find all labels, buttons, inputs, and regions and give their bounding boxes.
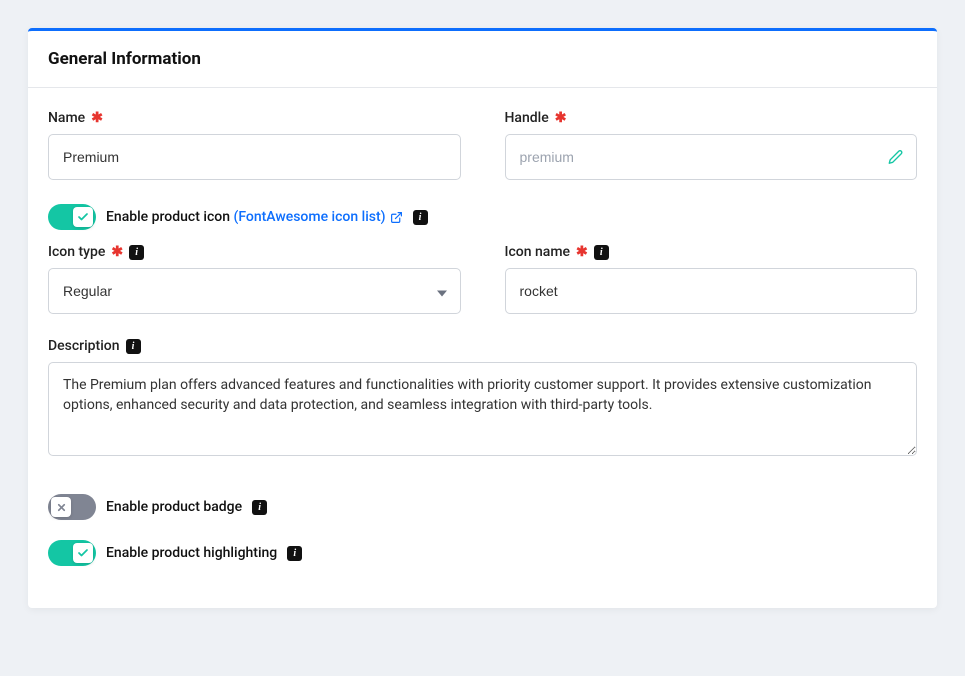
- enable-highlight-label: Enable product highlighting: [106, 545, 277, 561]
- info-icon[interactable]: i: [594, 245, 609, 260]
- required-indicator: ✱: [555, 110, 567, 126]
- page-title: General Information: [48, 49, 917, 69]
- field-name: Name ✱: [48, 110, 461, 180]
- info-icon[interactable]: i: [413, 210, 428, 225]
- info-icon[interactable]: i: [287, 546, 302, 561]
- icon-type-label: Icon type ✱ i: [48, 244, 461, 260]
- enable-highlight-toggle[interactable]: [48, 540, 96, 566]
- name-input[interactable]: [48, 134, 461, 180]
- field-icon-name: Icon name ✱ i: [505, 244, 918, 314]
- enable-icon-label-text: Enable product icon: [106, 209, 230, 225]
- icon-name-label-text: Icon name: [505, 244, 571, 260]
- info-icon[interactable]: i: [129, 245, 144, 260]
- external-link-icon: [390, 211, 403, 224]
- edit-icon[interactable]: [888, 150, 903, 165]
- icon-name-input[interactable]: [505, 268, 918, 314]
- card-header: General Information: [28, 31, 937, 88]
- card-body: Name ✱ Handle ✱: [28, 88, 937, 608]
- enable-badge-label: Enable product badge: [106, 499, 242, 515]
- enable-badge-row: Enable product badge i: [48, 494, 917, 520]
- handle-input-wrap: [505, 134, 918, 180]
- enable-badge-toggle[interactable]: [48, 494, 96, 520]
- handle-label: Handle ✱: [505, 110, 918, 126]
- required-indicator: ✱: [91, 110, 103, 126]
- fontawesome-link-text: (FontAwesome icon list): [233, 209, 385, 225]
- description-label-text: Description: [48, 338, 120, 354]
- field-icon-type: Icon type ✱ i Regular: [48, 244, 461, 314]
- field-description: Description i The Premium plan offers ad…: [48, 338, 917, 460]
- enable-icon-toggle[interactable]: [48, 204, 96, 230]
- row-icon-fields: Icon type ✱ i Regular Icon name ✱: [48, 244, 917, 314]
- handle-label-text: Handle: [505, 110, 549, 126]
- enable-highlight-row: Enable product highlighting i: [48, 540, 917, 566]
- toggle-knob: [51, 497, 71, 517]
- icon-type-select-wrap: Regular: [48, 268, 461, 314]
- icon-type-select[interactable]: Regular: [48, 268, 461, 314]
- description-label: Description i: [48, 338, 917, 354]
- description-textarea[interactable]: The Premium plan offers advanced feature…: [48, 362, 917, 456]
- enable-icon-label: Enable product icon (FontAwesome icon li…: [106, 209, 403, 225]
- handle-input[interactable]: [505, 134, 918, 180]
- info-icon[interactable]: i: [126, 339, 141, 354]
- info-icon[interactable]: i: [252, 500, 267, 515]
- row-name-handle: Name ✱ Handle ✱: [48, 110, 917, 180]
- general-information-card: General Information Name ✱ Handle ✱: [28, 28, 937, 608]
- fontawesome-link[interactable]: (FontAwesome icon list): [233, 209, 402, 225]
- name-label: Name ✱: [48, 110, 461, 126]
- name-label-text: Name: [48, 110, 85, 126]
- icon-type-label-text: Icon type: [48, 244, 105, 260]
- required-indicator: ✱: [576, 244, 588, 260]
- toggle-knob: [73, 543, 93, 563]
- required-indicator: ✱: [111, 244, 123, 260]
- enable-icon-row: Enable product icon (FontAwesome icon li…: [48, 204, 917, 230]
- field-handle: Handle ✱: [505, 110, 918, 180]
- toggle-knob: [73, 207, 93, 227]
- icon-name-label: Icon name ✱ i: [505, 244, 918, 260]
